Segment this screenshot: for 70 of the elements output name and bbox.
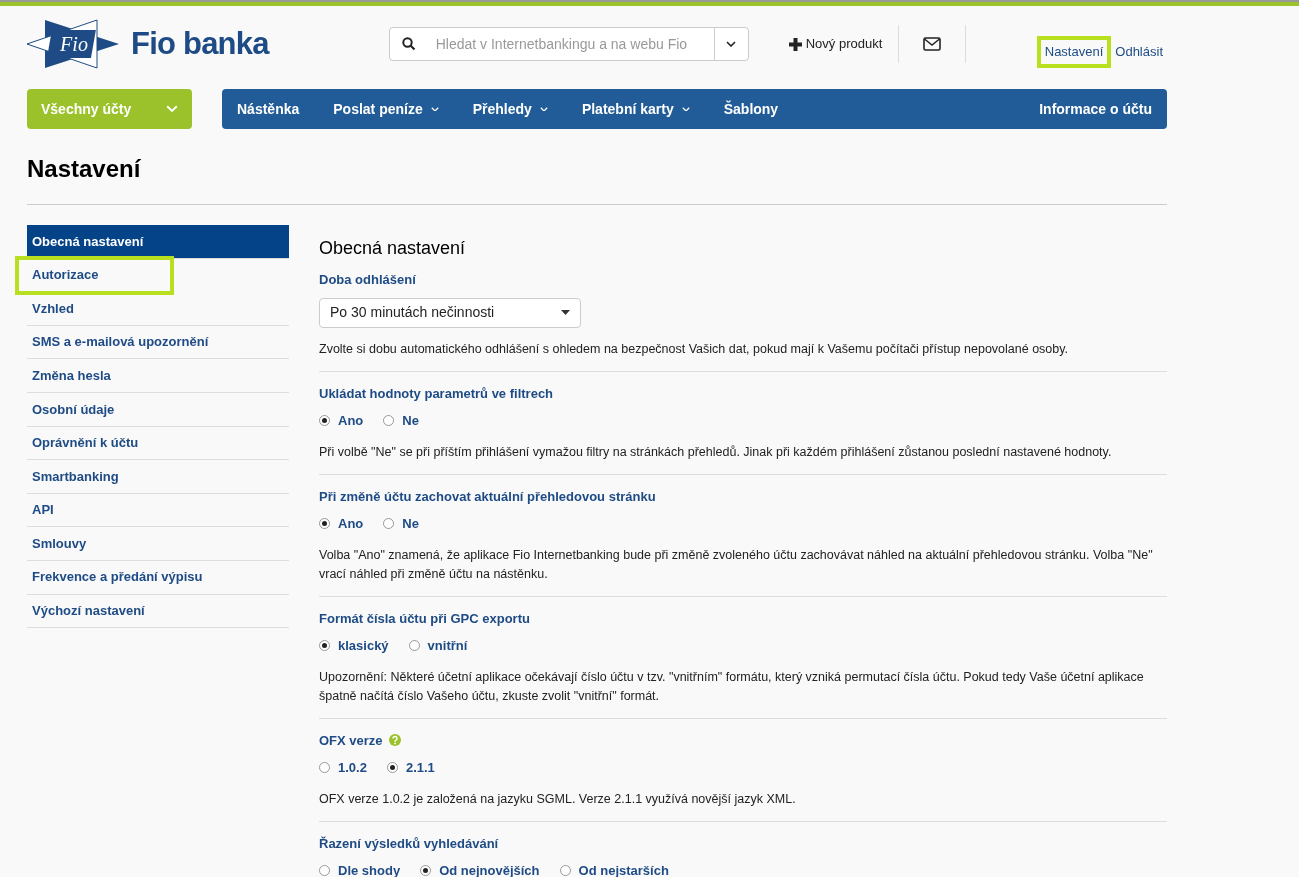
- radio-option[interactable]: vnitřní: [408, 636, 468, 656]
- sidebar-item[interactable]: Výchozí nastavení: [27, 594, 289, 629]
- radio-option[interactable]: Ne: [383, 514, 419, 534]
- sidebar-item[interactable]: Frekvence a předání výpisu: [27, 560, 289, 595]
- sidebar-item[interactable]: Změna hesla: [27, 359, 289, 393]
- setting-label: Ukládat hodnoty parametrů ve filtrech: [319, 384, 554, 403]
- setting-label: Řazení výsledků vyhledávání: [319, 834, 499, 853]
- radio-button[interactable]: [319, 518, 330, 530]
- radio-option[interactable]: 1.0.2: [319, 758, 367, 778]
- page-title: Nastavení: [27, 154, 142, 184]
- sidebar-item[interactable]: Osobní údaje: [27, 392, 289, 427]
- chevron-down-icon: [726, 41, 737, 47]
- logo[interactable]: Fio Fio banka: [27, 18, 269, 70]
- header-link[interactable]: Odhlásit: [1111, 40, 1167, 64]
- nav-item[interactable]: Nástěnka: [237, 98, 300, 120]
- radio-option[interactable]: Ano: [319, 514, 364, 534]
- chevron-down-icon: [539, 106, 548, 112]
- setting-label: OFX verze: [319, 731, 383, 750]
- sidebar-item[interactable]: Smartbanking: [27, 460, 289, 494]
- radio-option[interactable]: Ano: [319, 411, 364, 431]
- chevron-down-icon: [166, 105, 178, 113]
- logout-time-select[interactable]: Po 30 minutách nečinnosti: [319, 297, 581, 328]
- radio-option[interactable]: 2.1.1: [386, 758, 435, 778]
- radio-option[interactable]: Dle shody: [319, 861, 401, 877]
- radio-button[interactable]: [319, 762, 330, 774]
- radio-button[interactable]: [408, 640, 420, 652]
- search-input[interactable]: Hledat v Internetbankingu a na webu Fio: [427, 33, 714, 55]
- radio-button[interactable]: [383, 415, 395, 427]
- help-icon[interactable]: [388, 734, 401, 747]
- radio-button[interactable]: [420, 865, 432, 877]
- section-title: Obecná nastavení: [319, 237, 467, 260]
- nav-item[interactable]: Šablony: [723, 98, 779, 120]
- setting-label: Formát čísla účtu při GPC exportu: [319, 609, 530, 628]
- mail-icon[interactable]: [923, 37, 942, 51]
- radio-button[interactable]: [559, 865, 571, 877]
- radio-option[interactable]: klasický: [319, 636, 389, 656]
- nav-item[interactable]: Platební karty: [581, 98, 690, 120]
- radio-button[interactable]: [383, 518, 395, 530]
- radio-button[interactable]: [319, 640, 330, 652]
- chevron-down-icon: [681, 106, 690, 112]
- sidebar-item[interactable]: Smlouvy: [27, 527, 289, 561]
- radio-button[interactable]: [319, 865, 330, 877]
- caret-icon: [561, 310, 570, 315]
- sidebar-item[interactable]: SMS a e-mailová upozornění: [27, 325, 289, 360]
- radio-option[interactable]: Ne: [383, 411, 419, 431]
- setting-label: Doba odhlášení: [319, 271, 416, 289]
- setting-description: Při volbě "Ne" se při příštím přihlášení vymažou filtry na stránkách přehledů. Jinak při každém přihlášení zůstanou poslední nastavené hodnoty.: [319, 443, 1113, 461]
- search-icon: [401, 37, 416, 51]
- setting-description: Upozornění: Některé účetní aplikace očekávají číslo účtu v tzv. "vnitřním" formátu, který vzniká permutací čísla účtu. Pokud tedy Vaše účetní aplikace špatně načítá číslo Vašeho účtu, zkuste zvolit "vnitřní" formát.: [319, 668, 1145, 705]
- radio-option[interactable]: Od nejstarších: [559, 861, 669, 877]
- sidebar-item[interactable]: Vzhled: [27, 292, 289, 326]
- setting-description: Zvolte si dobu automatického odhlášení s ohledem na bezpečnost Vašich dat, pokud mají k Vašemu počítači přístup nepovolané osoby.: [319, 340, 1070, 358]
- setting-label: Při změně účtu zachovat aktuální přehledovou stránku: [319, 487, 656, 506]
- radio-option[interactable]: Od nejnovějších: [420, 861, 540, 877]
- sidebar-item[interactable]: Autorizace: [18, 258, 171, 293]
- sidebar-item[interactable]: Obecná nastavení: [27, 225, 289, 259]
- nav-item[interactable]: Poslat peníze: [333, 98, 439, 120]
- chevron-down-icon: [430, 106, 439, 112]
- nav-item[interactable]: Přehledy: [472, 98, 548, 120]
- plus-icon: [788, 37, 802, 51]
- new-product-button[interactable]: Nový produkt: [788, 34, 883, 54]
- sidebar-item[interactable]: API: [27, 493, 289, 528]
- search-field[interactable]: Hledat v Internetbankingu a na webu Fio: [388, 27, 749, 61]
- logo-text: Fio banka: [131, 24, 269, 63]
- account-info-link[interactable]: Informace o účtu: [1039, 98, 1152, 120]
- radio-button[interactable]: [319, 415, 330, 427]
- radio-button[interactable]: [386, 762, 398, 774]
- setting-description: OFX verze 1.0.2 je založená na jazyku SGML. Verze 2.1.1 využívá novější jazyk XML.: [319, 790, 797, 808]
- sidebar-item[interactable]: Oprávnění k účtu: [27, 426, 289, 461]
- setting-description: Volba "Ano" znamená, že aplikace Fio Internetbanking bude při změně zvoleného účtu zachovávat náhled na aktuální přehledovou stránku. Volba "Ne" vrací náhled při změně účtu na nástěnku.: [319, 546, 1154, 583]
